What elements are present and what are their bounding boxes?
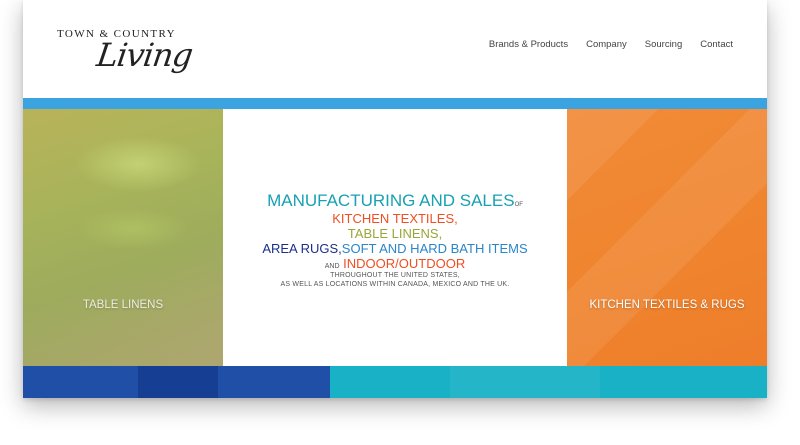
logo-script-text: Living [94, 36, 195, 74]
hero-section: TABLE LINENS MANUFACTURING AND SALESOF K… [23, 109, 767, 366]
hero-line-locations: AS WELL AS LOCATIONS WITHIN CANADA, MEXI… [280, 281, 510, 289]
hero-text-block: MANUFACTURING AND SALESOF KITCHEN TEXTIL… [223, 191, 567, 289]
hero-line-indoor-outdoor: AND INDOOR/OUTDOOR [223, 256, 567, 271]
of-text: OF [514, 202, 523, 208]
browser-page: TOWN & COUNTRY Living Brands & Products … [23, 0, 767, 398]
main-nav: Brands & Products Company Sourcing Conta… [489, 39, 733, 50]
bath-items-text: SOFT AND HARD BATH ITEMS [341, 240, 528, 256]
hero-line-united-states: THROUGHOUT THE UNITED STATES, [330, 272, 460, 280]
kitchen-textiles-rugs-label[interactable]: KITCHEN TEXTILES & RUGS [567, 299, 767, 311]
town-country-living-logo[interactable]: TOWN & COUNTRY Living [57, 24, 197, 84]
bottom-banner-right [330, 366, 767, 398]
bottom-banner [23, 366, 767, 398]
site-header: TOWN & COUNTRY Living Brands & Products … [23, 0, 767, 98]
indoor-outdoor-text: INDOOR/OUTDOOR [343, 255, 466, 271]
hero-line-manufacturing: MANUFACTURING AND SALESOF [223, 191, 567, 211]
nav-company[interactable]: Company [586, 39, 627, 50]
accent-bar [23, 98, 767, 109]
area-rugs-text: AREA RUGS, [262, 240, 342, 256]
manufacturing-text: MANUFACTURING AND SALES [267, 191, 515, 210]
table-linens-panel[interactable]: TABLE LINENS [23, 109, 223, 366]
and-text: AND [324, 262, 340, 270]
hero-center-text-panel: MANUFACTURING AND SALESOF KITCHEN TEXTIL… [223, 109, 567, 366]
nav-contact[interactable]: Contact [700, 39, 733, 50]
nav-brands-products[interactable]: Brands & Products [489, 39, 568, 50]
hero-line-rugs-bath: AREA RUGS,SOFT AND HARD BATH ITEMS [223, 241, 567, 256]
hero-line-kitchen-textiles: KITCHEN TEXTILES, [332, 210, 458, 226]
hero-line-table-linens: TABLE LINENS, [347, 225, 443, 241]
bottom-banner-left [23, 366, 330, 398]
table-linens-label[interactable]: TABLE LINENS [23, 299, 223, 311]
nav-sourcing[interactable]: Sourcing [645, 39, 683, 50]
kitchen-textiles-rugs-panel[interactable]: KITCHEN TEXTILES & RUGS [567, 109, 767, 366]
